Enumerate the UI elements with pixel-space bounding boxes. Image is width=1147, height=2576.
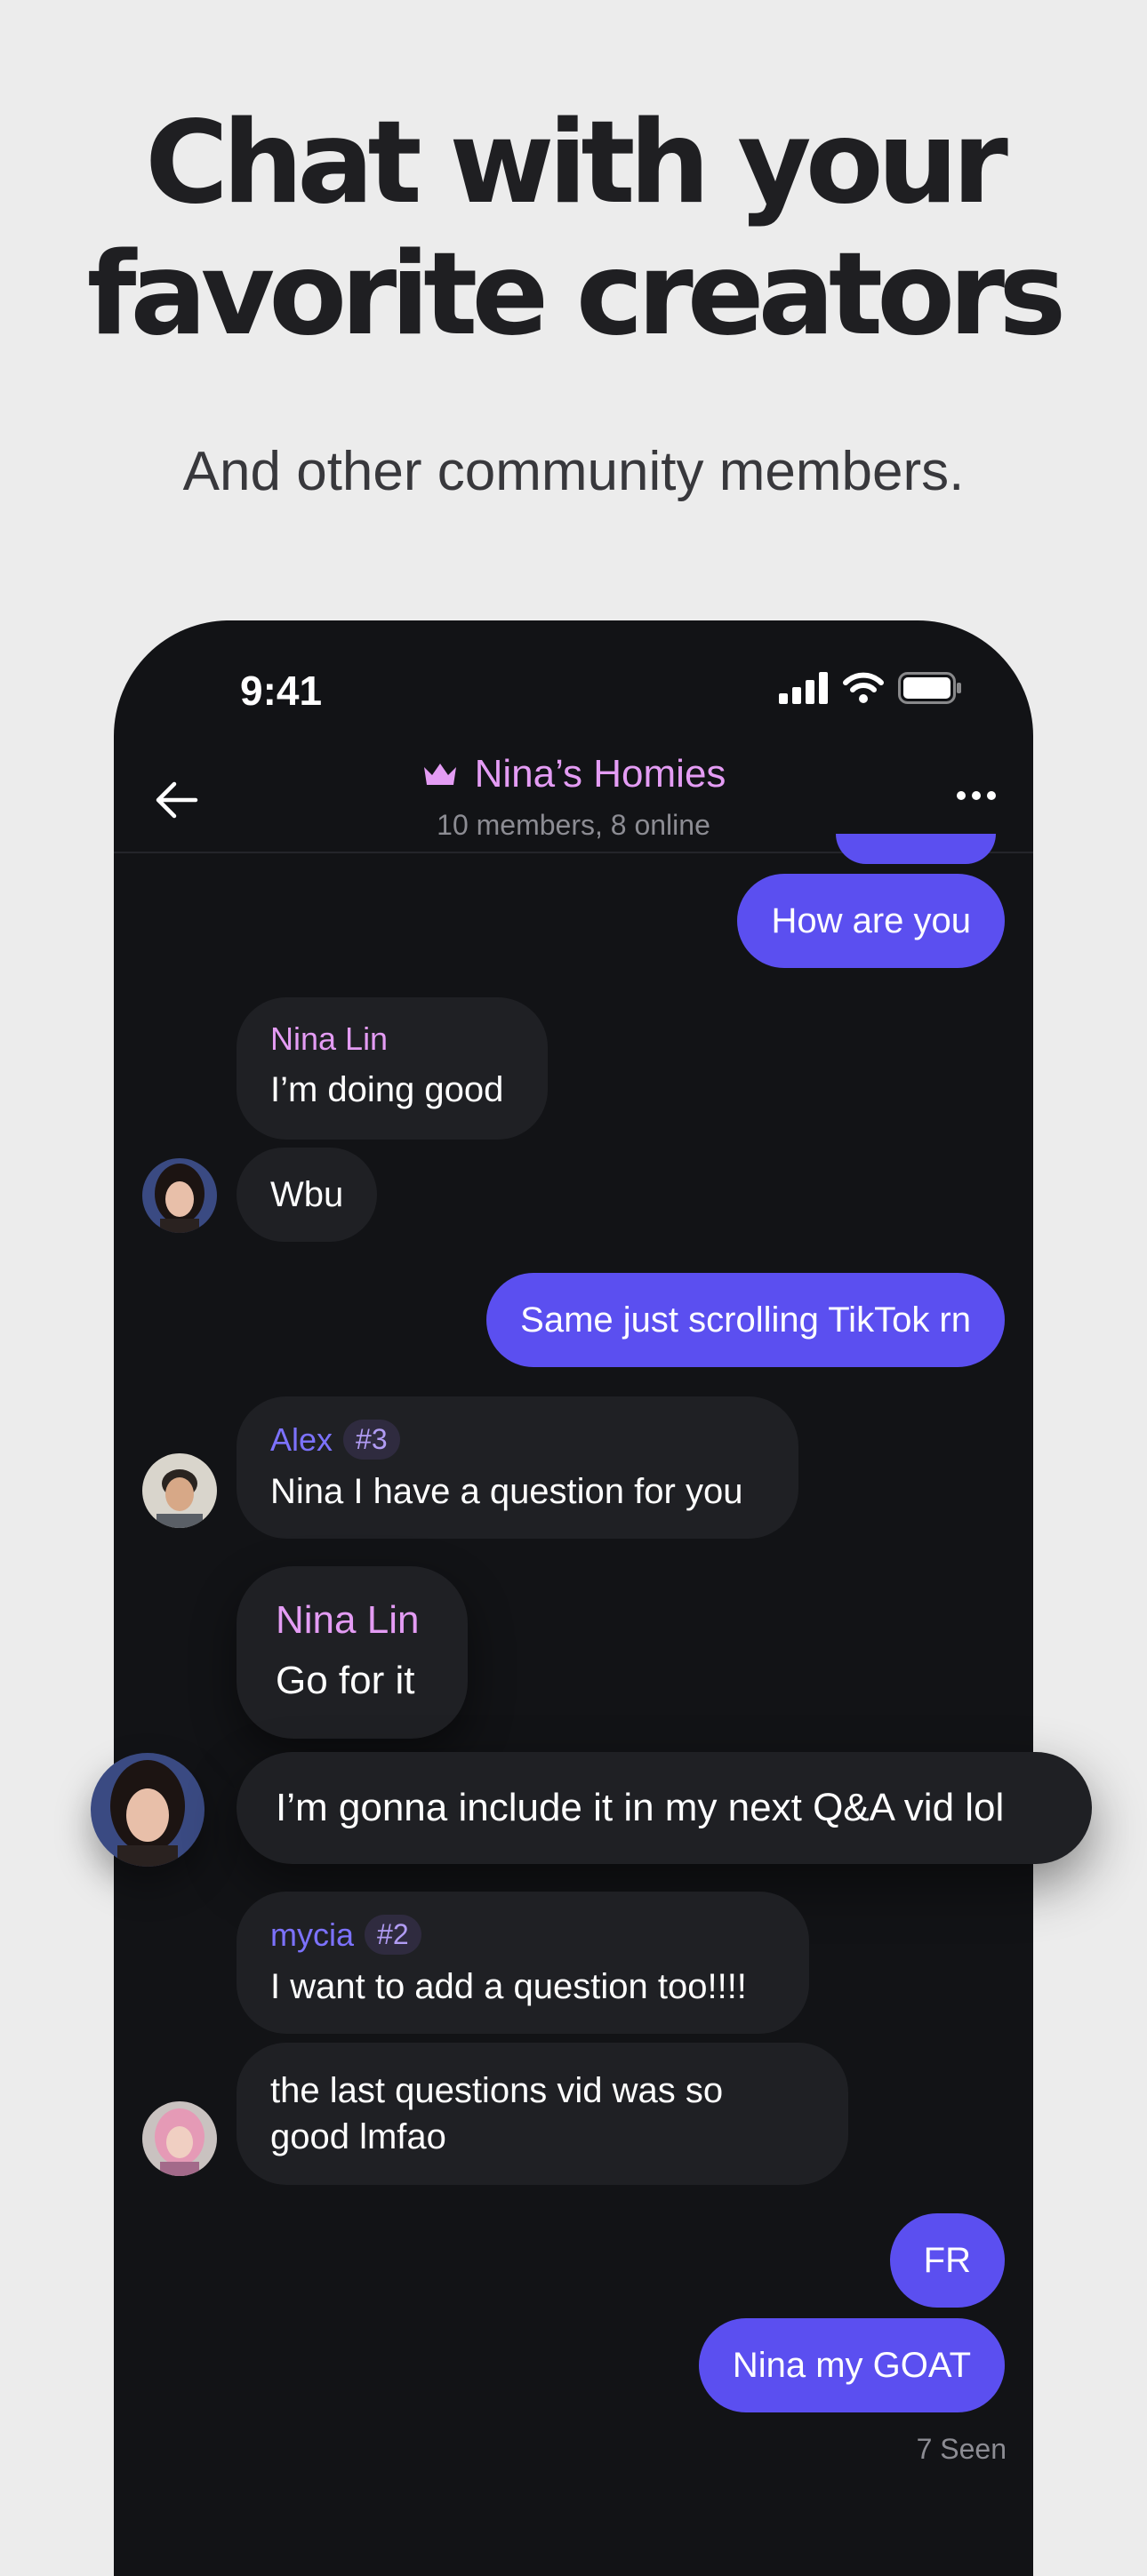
phone-screen: 9:41 Nina’s Homies 10 members, 8 online … (91, 620, 1092, 2576)
message-text: I’m gonna include it in my next Q&A vid … (276, 1786, 1005, 1829)
message-text: Nina I have a question for you (270, 1472, 743, 1511)
group-name-row: Nina’s Homies (421, 752, 726, 796)
seen-status: 7 Seen (916, 2433, 1007, 2465)
sender-name: Nina Lin (276, 1598, 420, 1642)
incoming-message[interactable]: Wbu (237, 1148, 378, 1242)
avatar[interactable] (142, 1158, 217, 1233)
message-text: Wbu (270, 1174, 344, 1214)
crown-icon (423, 764, 456, 785)
rank-badge: #3 (343, 1420, 400, 1460)
avatar[interactable] (91, 1753, 205, 1867)
highlighted-incoming-message[interactable]: Nina Lin Go for it (237, 1566, 468, 1739)
outgoing-message[interactable]: How are you (737, 874, 1005, 968)
incoming-message[interactable]: Alex #3 Nina I have a question for you (237, 1396, 798, 1539)
message-text: Go for it (276, 1659, 415, 1702)
status-time: 9:41 (240, 668, 323, 714)
message-text: How are you (771, 900, 971, 940)
headline-line-1: Chat with your (145, 97, 1008, 229)
signal-icon (779, 672, 828, 704)
message-text: I want to add a question too!!!! (270, 1967, 747, 2006)
rank-badge: #2 (365, 1915, 421, 1955)
message-text: I’m doing good (270, 1070, 504, 1109)
chat-title[interactable]: Nina’s Homies 10 members, 8 online (114, 752, 1033, 842)
sender-name: Alex (270, 1420, 333, 1458)
wifi-icon (843, 672, 884, 703)
status-icons (779, 672, 962, 704)
battery-icon (898, 672, 961, 704)
incoming-message[interactable]: Nina Lin I’m doing good (237, 997, 548, 1140)
avatar[interactable] (142, 1453, 217, 1528)
headline-line-2: favorite creators (86, 228, 1067, 361)
hero-headline: Chat with your favorite creators (0, 98, 1147, 361)
outgoing-message[interactable]: Nina my GOAT (698, 2318, 1005, 2412)
message-text: Nina my GOAT (732, 2345, 971, 2385)
sender-row: Alex #3 (270, 1420, 765, 1460)
incoming-message[interactable]: the last questions vid was so good lmfao (237, 2043, 848, 2185)
sender-name: mycia (270, 1916, 355, 1953)
incoming-message[interactable]: mycia #2 I want to add a question too!!!… (237, 1892, 809, 2034)
sender-name: Nina Lin (270, 1020, 389, 1057)
outgoing-message[interactable]: Same just scrolling TikTok rn (486, 1273, 1005, 1367)
partial-outgoing-bubble (836, 834, 996, 864)
more-icon[interactable] (957, 791, 996, 800)
group-name: Nina’s Homies (474, 752, 726, 796)
message-text: FR (923, 2240, 971, 2280)
sender-row: mycia #2 (270, 1915, 775, 1955)
highlighted-incoming-message[interactable]: I’m gonna include it in my next Q&A vid … (237, 1752, 1092, 1864)
message-text: Same just scrolling TikTok rn (520, 1300, 971, 1340)
message-text-line: the last questions vid was so (270, 2071, 724, 2110)
outgoing-message[interactable]: FR (889, 2213, 1005, 2308)
status-bar: 9:41 (114, 620, 1033, 745)
avatar[interactable] (142, 2101, 217, 2176)
hero-subheadline: And other community members. (182, 441, 965, 502)
message-text-line: good lmfao (270, 2117, 446, 2156)
